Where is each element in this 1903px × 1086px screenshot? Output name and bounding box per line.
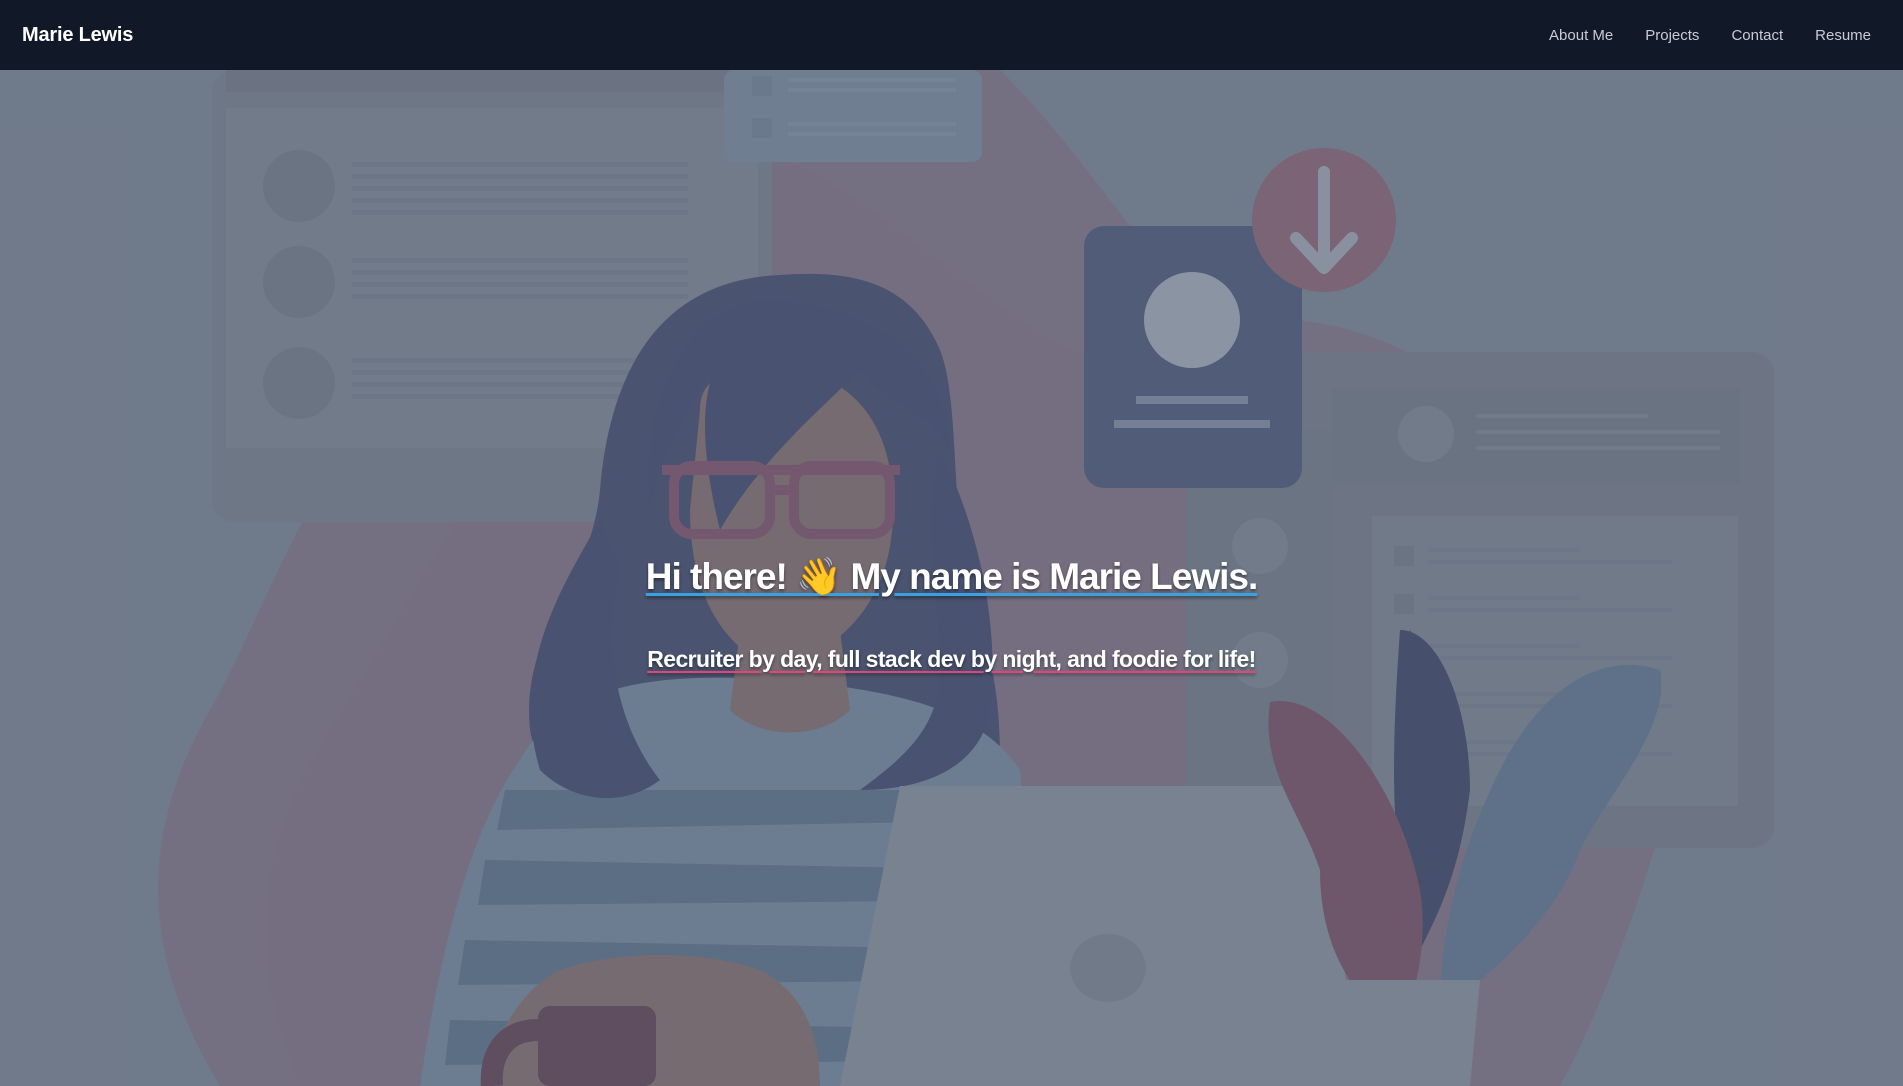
brand-link[interactable]: Marie Lewis <box>22 24 133 47</box>
nav-link-projects[interactable]: Projects <box>1629 27 1715 44</box>
hero-headline: Hi there! 👋 My name is Marie Lewis. <box>645 556 1258 597</box>
top-navbar: Marie Lewis About Me Projects Contact Re… <box>0 0 1903 70</box>
nav-links: About Me Projects Contact Resume <box>1533 27 1881 44</box>
nav-link-resume[interactable]: Resume <box>1799 27 1881 44</box>
nav-link-contact[interactable]: Contact <box>1715 27 1799 44</box>
hero-text-block: Hi there! 👋 My name is Marie Lewis. Recr… <box>0 70 1903 1086</box>
hero-tagline: Recruiter by day, full stack dev by nigh… <box>647 645 1256 672</box>
nav-link-about-me[interactable]: About Me <box>1533 27 1629 44</box>
hero-section: Hi there! 👋 My name is Marie Lewis. Recr… <box>0 70 1903 1086</box>
